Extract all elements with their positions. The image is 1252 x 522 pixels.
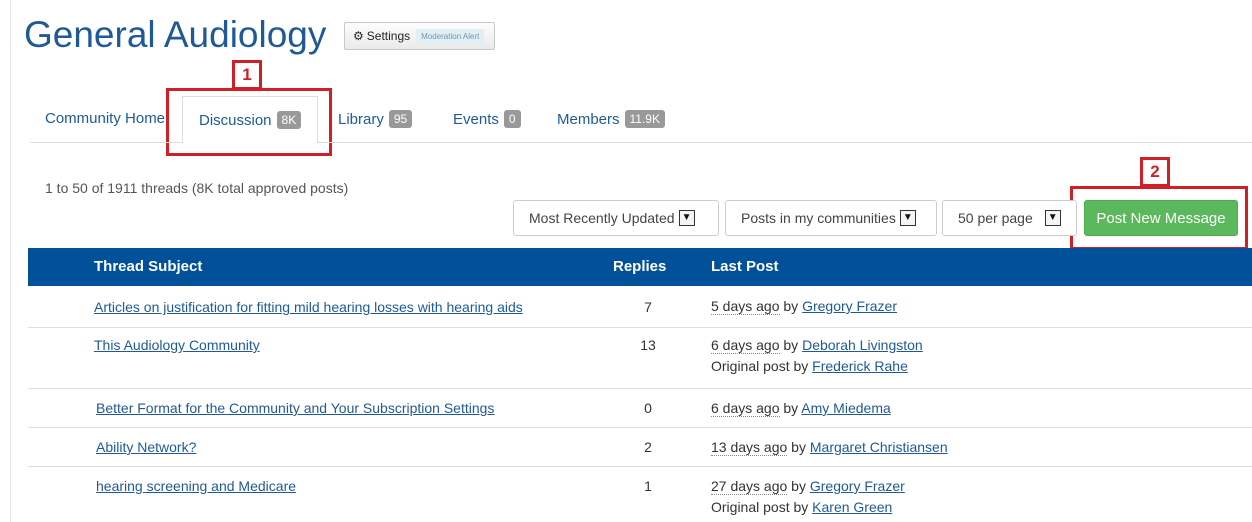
tab-count-badge: 11.9K — [624, 110, 665, 128]
table-row: Ability Network? 2 13 days ago by Margar… — [28, 428, 1252, 467]
by-text: by — [779, 400, 802, 416]
thread-subject-link[interactable]: hearing screening and Medicare — [96, 478, 296, 494]
table-row: hearing screening and Medicare 1 27 days… — [28, 467, 1252, 522]
tab-label: Events — [453, 110, 499, 128]
tab-label: Discussion — [199, 111, 272, 129]
original-post-label: Original post by — [711, 358, 813, 374]
tab-label: Library — [338, 110, 384, 128]
last-post-user-link[interactable]: Gregory Frazer — [802, 298, 897, 314]
last-post-user-link[interactable]: Amy Miedema — [801, 400, 890, 416]
gear-icon: ⚙ — [353, 29, 364, 43]
by-text: by — [787, 439, 810, 455]
moderation-alert-badge: Moderation Alert — [416, 28, 485, 44]
column-header-subject: Thread Subject — [94, 258, 203, 275]
thread-subject-link[interactable]: This Audiology Community — [94, 337, 260, 353]
by-text: by — [787, 478, 810, 494]
table-row: Articles on justification for fitting mi… — [28, 287, 1252, 328]
scope-select-value: Posts in my communities — [741, 210, 896, 226]
last-post-time: 5 days ago — [711, 298, 780, 315]
community-tabs: Community Home Discussion 8K Library 95 … — [30, 96, 1252, 143]
thread-subject-link[interactable]: Ability Network? — [96, 439, 196, 455]
original-post-user-link[interactable]: Karen Green — [812, 499, 892, 515]
scope-select[interactable]: Posts in my communities ▼ — [725, 200, 937, 236]
thread-count-summary: 1 to 50 of 1911 threads (8K total approv… — [45, 180, 349, 196]
chevron-down-icon: ▼ — [678, 210, 695, 226]
left-divider — [10, 0, 11, 522]
reply-count: 2 — [644, 439, 652, 455]
settings-button[interactable]: ⚙ Settings Moderation Alert — [344, 22, 496, 50]
table-header: Thread Subject Replies Last Post — [28, 248, 1252, 286]
tab-community-home[interactable]: Community Home — [45, 110, 165, 127]
last-post-user-link[interactable]: Deborah Livingston — [802, 337, 923, 353]
thread-subject-link[interactable]: Better Format for the Community and Your… — [96, 400, 494, 416]
last-post-time: 27 days ago — [711, 478, 788, 495]
last-post-user-link[interactable]: Gregory Frazer — [810, 478, 905, 494]
last-post-info: 6 days ago by Deborah Livingston Origina… — [711, 335, 923, 377]
thread-subject-link[interactable]: Articles on justification for fitting mi… — [94, 299, 523, 315]
chevron-down-icon: ▼ — [899, 210, 916, 226]
column-header-replies: Replies — [613, 258, 667, 275]
last-post-time: 13 days ago — [711, 439, 788, 456]
last-post-time: 6 days ago — [711, 400, 780, 417]
last-post-info: 5 days ago by Gregory Frazer — [711, 296, 897, 317]
sort-select-value: Most Recently Updated — [529, 210, 675, 226]
table-row: Better Format for the Community and Your… — [28, 389, 1252, 428]
reply-count: 13 — [640, 337, 656, 353]
by-text: by — [779, 298, 803, 314]
tab-label: Community Home — [45, 110, 166, 127]
post-new-message-button[interactable]: Post New Message — [1084, 200, 1238, 236]
original-post-label: Original post by — [711, 499, 813, 515]
annotation-label-2: 2 — [1140, 157, 1170, 187]
last-post-info: 6 days ago by Amy Miedema — [711, 398, 891, 419]
per-page-select-value: 50 per page — [958, 210, 1033, 226]
tab-library[interactable]: Library 95 — [338, 110, 413, 128]
settings-label: Settings — [366, 29, 411, 43]
tab-discussion[interactable]: Discussion 8K — [182, 96, 319, 143]
per-page-select[interactable]: 50 per page ▼ — [942, 200, 1077, 236]
tab-events[interactable]: Events 0 — [453, 110, 521, 128]
last-post-user-link[interactable]: Margaret Christiansen — [810, 439, 948, 455]
chevron-down-icon: ▼ — [1044, 210, 1061, 226]
column-header-last-post: Last Post — [711, 258, 779, 275]
reply-count: 1 — [644, 478, 652, 494]
original-post-user-link[interactable]: Frederick Rahe — [812, 358, 908, 374]
tab-label: Members — [557, 110, 620, 128]
annotation-label-1: 1 — [232, 60, 262, 90]
sort-select[interactable]: Most Recently Updated ▼ — [513, 200, 719, 236]
reply-count: 0 — [644, 400, 652, 416]
last-post-time: 6 days ago — [711, 337, 780, 354]
tab-count-badge: 95 — [388, 110, 413, 128]
last-post-info: 27 days ago by Gregory Frazer Original p… — [711, 476, 905, 518]
last-post-info: 13 days ago by Margaret Christiansen — [711, 437, 948, 458]
tab-members[interactable]: Members 11.9K — [557, 110, 665, 128]
page-title: General Audiology — [24, 14, 327, 55]
table-row: This Audiology Community 13 6 days ago b… — [28, 327, 1252, 389]
tab-count-badge: 0 — [503, 110, 521, 128]
tab-count-badge: 8K — [276, 111, 302, 129]
reply-count: 7 — [644, 299, 652, 315]
by-text: by — [779, 337, 803, 353]
